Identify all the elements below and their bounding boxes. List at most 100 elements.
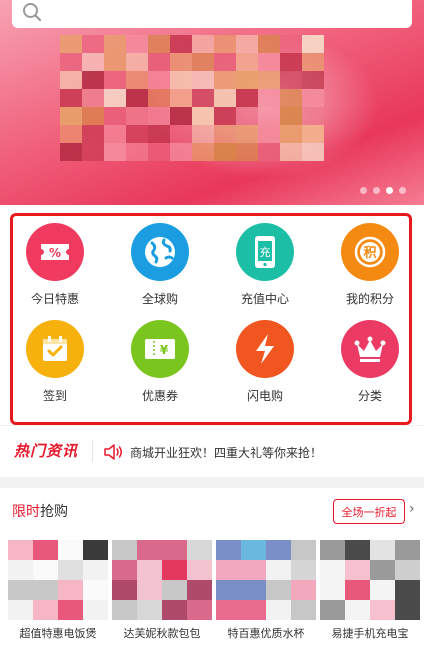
banner-mosaic-tile bbox=[302, 89, 324, 107]
category-coupons[interactable]: ¥ 优惠券 bbox=[115, 320, 205, 415]
banner-mosaic-tile bbox=[280, 125, 302, 143]
product-image-tile bbox=[370, 540, 395, 560]
all-discount-button[interactable]: 全场一折起 bbox=[333, 499, 405, 524]
banner-mosaic-tile bbox=[82, 89, 104, 107]
banner-mosaic-tile bbox=[170, 125, 192, 143]
banner-mosaic-tile bbox=[192, 71, 214, 89]
banner-mosaic-tile bbox=[258, 71, 280, 89]
banner-mosaic-tile bbox=[104, 143, 126, 161]
banner-mosaic-tile bbox=[60, 35, 82, 53]
product-image-tile bbox=[320, 540, 345, 560]
banner-mosaic-tile bbox=[148, 53, 170, 71]
category-my-points[interactable]: 积 我的积分 bbox=[325, 223, 415, 318]
banner-mosaic-tile bbox=[170, 107, 192, 125]
banner-mosaic-tile bbox=[192, 35, 214, 53]
pagination-dot[interactable] bbox=[373, 187, 380, 194]
product-image-tile bbox=[33, 580, 58, 600]
category-today-deals[interactable]: % 今日特惠 bbox=[10, 223, 100, 318]
banner-mosaic-tile bbox=[236, 35, 258, 53]
news-ticker[interactable]: 热门资讯 商城开业狂欢！四重大礼等你来抢！ bbox=[0, 425, 424, 477]
banner-mosaic-tile bbox=[148, 35, 170, 53]
product-image-tile bbox=[137, 600, 162, 620]
product-image-tile bbox=[395, 580, 420, 600]
category-recharge-center[interactable]: 充 充值中心 bbox=[220, 223, 310, 318]
banner-mosaic-tile bbox=[258, 89, 280, 107]
pagination-dot[interactable] bbox=[399, 187, 406, 194]
banner-mosaic-tile bbox=[126, 35, 148, 53]
banner-mosaic-tile bbox=[214, 143, 236, 161]
chevron-right-icon[interactable]: › bbox=[409, 501, 415, 517]
product-image-tile bbox=[137, 540, 162, 560]
product-image-tile bbox=[320, 580, 345, 600]
product-image-tile bbox=[345, 580, 370, 600]
pagination-dot-active[interactable] bbox=[386, 187, 393, 194]
banner-mosaic-tile bbox=[192, 107, 214, 125]
category-check-in[interactable]: 签到 bbox=[10, 320, 100, 415]
phone-recharge-icon: 充 bbox=[236, 223, 294, 281]
product-image-tile bbox=[291, 580, 316, 600]
banner-mosaic-tile bbox=[170, 71, 192, 89]
product-image-tile bbox=[8, 540, 33, 560]
hot-news-badge: 热门资讯 bbox=[14, 442, 79, 460]
banner-mosaic-tile bbox=[236, 125, 258, 143]
banner-mosaic-tile bbox=[148, 143, 170, 161]
category-global-shopping[interactable]: 全球购 bbox=[115, 223, 205, 318]
banner-pagination bbox=[360, 187, 406, 194]
svg-text:%: % bbox=[49, 246, 61, 260]
product-image-tile bbox=[395, 560, 420, 580]
calendar-check-icon bbox=[26, 320, 84, 378]
product-image-tile bbox=[291, 560, 316, 580]
category-classification[interactable]: 分类 bbox=[325, 320, 415, 415]
product-image-tile bbox=[83, 540, 108, 560]
banner-mosaic-tile bbox=[302, 143, 324, 161]
product-image-tile bbox=[187, 540, 212, 560]
category-label: 充值中心 bbox=[240, 292, 289, 306]
banner-mosaic-tile bbox=[236, 89, 258, 107]
banner-mosaic-tile bbox=[236, 107, 258, 125]
banner-mosaic-tile bbox=[192, 53, 214, 71]
category-label: 分类 bbox=[357, 389, 382, 403]
product-image-tile bbox=[345, 560, 370, 580]
coupon-icon: ¥ bbox=[131, 320, 189, 378]
pagination-dot[interactable] bbox=[360, 187, 367, 194]
product-card[interactable]: 超值特惠电饭煲 bbox=[8, 540, 108, 644]
banner-mosaic-tile bbox=[126, 71, 148, 89]
product-image-tile bbox=[162, 540, 187, 560]
product-image-tile bbox=[112, 560, 137, 580]
product-image-tile bbox=[58, 580, 83, 600]
product-card[interactable]: 特百惠优质水杯 bbox=[216, 540, 316, 644]
banner-image bbox=[60, 35, 324, 161]
ticket-icon: % bbox=[26, 223, 84, 281]
banner-mosaic-tile bbox=[214, 89, 236, 107]
svg-text:¥: ¥ bbox=[160, 343, 169, 357]
category-flash-buy[interactable]: 闪电购 bbox=[220, 320, 310, 415]
banner-mosaic-tile bbox=[60, 107, 82, 125]
news-message[interactable]: 商城开业狂欢！四重大礼等你来抢！ bbox=[130, 444, 322, 461]
product-image-tile bbox=[266, 540, 291, 560]
svg-text:积: 积 bbox=[363, 245, 376, 261]
product-image-tile bbox=[112, 580, 137, 600]
banner-mosaic-tile bbox=[126, 107, 148, 125]
banner-mosaic-tile bbox=[192, 125, 214, 143]
banner-mosaic-tile bbox=[104, 125, 126, 143]
banner-mosaic-tile bbox=[60, 53, 82, 71]
product-name: 达芙妮秋款包包 bbox=[123, 627, 201, 640]
banner-mosaic-tile bbox=[60, 71, 82, 89]
product-name: 特百惠优质水杯 bbox=[227, 627, 305, 640]
promo-banner[interactable] bbox=[0, 0, 424, 205]
product-name: 易捷手机充电宝 bbox=[331, 627, 409, 640]
product-image-tile bbox=[187, 580, 212, 600]
product-image-tile bbox=[216, 560, 241, 580]
product-card[interactable]: 易捷手机充电宝 bbox=[320, 540, 420, 644]
search-bar[interactable] bbox=[12, 0, 412, 28]
speaker-icon bbox=[103, 443, 123, 465]
product-image-tile bbox=[345, 600, 370, 620]
product-image-tile bbox=[370, 600, 395, 620]
product-card[interactable]: 达芙妮秋款包包 bbox=[112, 540, 212, 644]
banner-mosaic-tile bbox=[214, 71, 236, 89]
product-image-tile bbox=[187, 560, 212, 580]
banner-mosaic-tile bbox=[126, 89, 148, 107]
banner-mosaic-tile bbox=[126, 143, 148, 161]
product-image-tile bbox=[112, 600, 137, 620]
product-image-tile bbox=[83, 580, 108, 600]
